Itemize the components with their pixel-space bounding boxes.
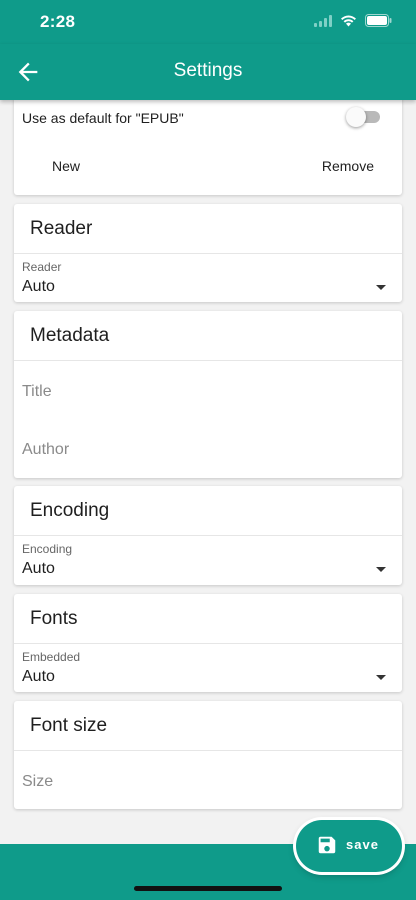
title-input[interactable]: Title [14,362,402,420]
signal-icon [314,14,332,27]
default-toggle[interactable] [346,107,380,127]
size-placeholder: Size [22,773,54,790]
new-button[interactable]: New [52,158,80,174]
title-placeholder: Title [22,383,52,400]
encoding-card-title: Encoding [14,486,402,536]
battery-icon [365,14,392,27]
font-size-card-title: Font size [14,701,402,751]
default-toggle-label: Use as default for "EPUB" [22,110,184,126]
dropdown-arrow-icon [376,567,386,572]
dropdown-arrow-icon [376,675,386,680]
metadata-card: Metadata Title Author [14,311,402,478]
embedded-fonts-select[interactable]: Embedded Auto [14,644,402,692]
home-indicator[interactable] [134,886,282,891]
encoding-select[interactable]: Encoding Auto [14,536,402,585]
dropdown-arrow-icon [376,285,386,290]
fonts-card-title: Fonts [14,594,402,644]
status-icons [314,14,392,27]
metadata-card-title: Metadata [14,311,402,361]
page-title: Settings [173,60,243,81]
author-input[interactable]: Author [14,420,402,478]
status-time: 2:28 [40,12,76,31]
status-bar: 2:28 [0,0,416,44]
size-input[interactable]: Size [14,752,402,809]
default-format-card: Use as default for "EPUB" New Remove [14,100,402,195]
reader-field-label: Reader [22,260,62,274]
app-bar: Settings [0,44,416,100]
reader-card: Reader Reader Auto [14,204,402,302]
encoding-field-label: Encoding [22,542,73,556]
save-icon [318,836,336,854]
save-button[interactable]: save [296,820,402,872]
encoding-card: Encoding Encoding Auto [14,486,402,585]
save-label: save [346,837,379,852]
encoding-field-value: Auto [22,560,55,577]
reader-field-value: Auto [22,278,55,295]
wifi-icon [341,15,356,27]
settings-content[interactable]: Use as default for "EPUB" New Remove Rea… [0,100,416,844]
reader-card-title: Reader [14,204,402,254]
remove-button[interactable]: Remove [322,158,374,174]
author-placeholder: Author [22,441,70,458]
fonts-card: Fonts Embedded Auto [14,594,402,692]
toggle-knob [346,107,366,127]
font-size-card: Font size Size [14,701,402,809]
embedded-field-value: Auto [22,668,55,685]
embedded-field-label: Embedded [22,650,81,664]
reader-select[interactable]: Reader Auto [14,254,402,302]
